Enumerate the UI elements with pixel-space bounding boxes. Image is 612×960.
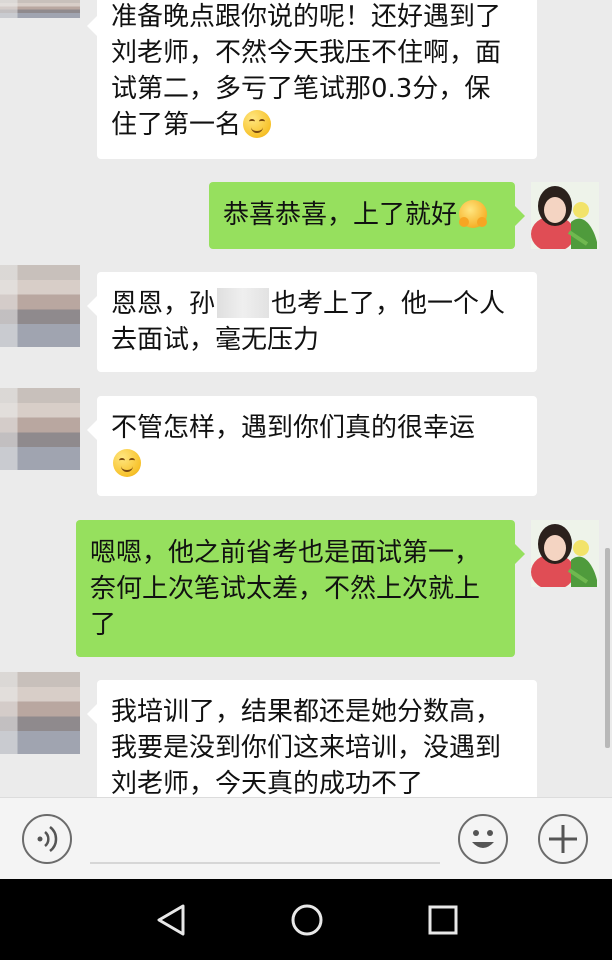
message-line: 我培训了，结果都还是她分数高， [111, 697, 502, 727]
message-line: 去面试，毫无压力 [111, 325, 320, 355]
message-bubble[interactable]: 准备晚点跟你说的呢！还好遇到了 刘老师，不然今天我压不住啊，面 试第二，多亏了笔… [87, 0, 537, 159]
message-bubble[interactable]: 恩恩，孙 也考上了，他一个人 去面试，毫无压力 [87, 272, 537, 372]
chat-scrollbar[interactable] [605, 548, 610, 748]
smile-emoji-icon [113, 449, 141, 477]
message-line: 嗯嗯，他之前省考也是面试第一， [90, 538, 481, 568]
message-line: 恭喜恭喜，上了就好 [223, 200, 458, 230]
message-line: 恩恩，孙 [111, 289, 216, 319]
chat-area: 准备晚点跟你说的呢！还好遇到了 刘老师，不然今天我压不住啊，面 试第二，多亏了笔… [0, 0, 612, 797]
user-portrait-icon [531, 520, 599, 587]
message-line: 也考上了，他一个人 [271, 289, 506, 319]
message-line: 试第二，多亏了笔试那0.3分，保 [111, 74, 491, 104]
redacted-name [217, 288, 270, 318]
smile-emoji-icon [243, 110, 272, 138]
message-line: 准备晚点跟你说的呢！还好遇到了 [111, 2, 502, 32]
recents-button[interactable] [427, 904, 459, 940]
system-nav-bar [0, 879, 612, 960]
message-input-bar [0, 797, 612, 879]
voice-button[interactable] [22, 814, 72, 864]
user-portrait-icon [531, 182, 599, 249]
hug-emoji-icon [459, 200, 488, 228]
more-button[interactable] [538, 814, 588, 864]
my-avatar[interactable] [531, 520, 599, 587]
voice-icon [37, 826, 58, 852]
message-line: 了 [90, 610, 117, 640]
message-bubble[interactable]: 嗯嗯，他之前省考也是面试第一， 奈何上次笔试太差，不然上次就上 了 [76, 520, 525, 657]
message-bubble[interactable]: 恭喜恭喜，上了就好 [209, 182, 525, 249]
message-line: 我要是没到你们这来培训，没遇到 [111, 733, 502, 763]
contact-avatar[interactable] [0, 265, 80, 347]
message-bubble[interactable]: 我培训了，结果都还是她分数高， 我要是没到你们这来培训，没遇到 刘老师，今天真的… [87, 680, 537, 797]
home-circle-icon [291, 904, 323, 936]
emoji-face-icon [472, 830, 494, 848]
message-line: 不管怎样，遇到你们真的很幸运 [111, 413, 476, 443]
message-line: 奈何上次笔试太差，不然上次就上 [90, 574, 481, 604]
back-button[interactable] [153, 903, 189, 941]
back-triangle-icon [157, 904, 185, 936]
contact-avatar[interactable] [0, 672, 80, 754]
message-bubble[interactable]: 不管怎样，遇到你们真的很幸运 [87, 396, 537, 496]
home-button[interactable] [290, 903, 324, 941]
my-avatar[interactable] [531, 182, 599, 249]
message-line: 刘老师，今天真的成功不了 [111, 769, 424, 797]
contact-avatar[interactable] [0, 388, 80, 470]
message-text-field[interactable] [90, 862, 440, 864]
recents-square-icon [428, 905, 458, 935]
message-line: 刘老师，不然今天我压不住啊，面 [111, 38, 502, 68]
contact-avatar[interactable] [0, 0, 80, 18]
message-line: 住了第一名 [111, 110, 242, 140]
plus-icon [549, 825, 577, 853]
emoji-button[interactable] [458, 814, 508, 864]
